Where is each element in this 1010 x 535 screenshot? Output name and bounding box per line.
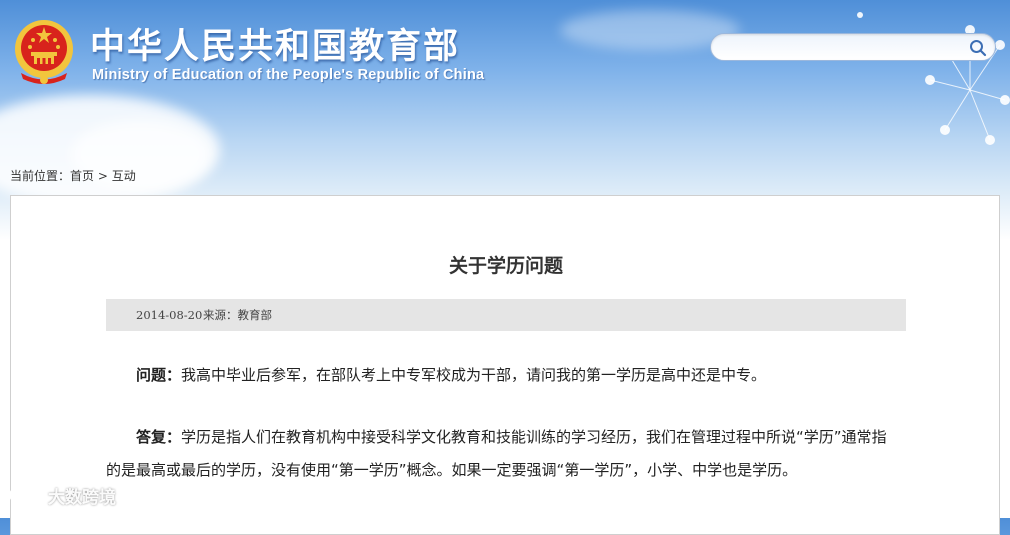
- search-icon[interactable]: [969, 39, 987, 57]
- search-box[interactable]: [710, 33, 996, 61]
- watermark: 大数跨境: [8, 483, 116, 508]
- breadcrumb: 当前位置：首页 > 互动: [10, 167, 136, 184]
- breadcrumb-prefix: 当前位置：: [10, 169, 71, 183]
- site-title: 中华人民共和国教育部: [90, 27, 461, 67]
- breadcrumb-home-link[interactable]: 首页: [70, 169, 94, 183]
- question-paragraph: 问题：我高中毕业后参军，在部队考上中专军校成为干部，请问我的第一学历是高中还是中…: [106, 359, 896, 392]
- breadcrumb-separator: >: [94, 169, 112, 183]
- question-text: 我高中毕业后参军，在部队考上中专军校成为干部，请问我的第一学历是高中还是中专。: [181, 366, 767, 384]
- answer-label: 答复：: [136, 428, 182, 446]
- article-panel: 关于学历问题 2014-08-20 来源：教育部 问题：我高中毕业后参军，在部队…: [10, 195, 1000, 535]
- question-label: 问题：: [136, 366, 182, 384]
- article-source: 来源：教育部: [203, 308, 272, 322]
- answer-paragraph: 答复：学历是指人们在教育机构中接受科学文化教育和技能训练的学习经历，我们在管理过…: [106, 421, 896, 487]
- breadcrumb-current-link[interactable]: 互动: [112, 169, 136, 183]
- national-emblem-icon: [15, 20, 73, 84]
- chat-bubbles-icon: [9, 486, 42, 505]
- answer-text: 学历是指人们在教育机构中接受科学文化教育和技能训练的学习经历，我们在管理过程中所…: [106, 428, 887, 479]
- search-input[interactable]: [723, 38, 967, 58]
- article-meta-bar: 2014-08-20 来源：教育部: [106, 299, 906, 331]
- article-date: 2014-08-20: [136, 308, 203, 322]
- dandelion-decoration: [857, 12, 1010, 145]
- watermark-text: 大数跨境: [48, 488, 116, 508]
- site-subtitle: Ministry of Education of the People's Re…: [92, 67, 485, 83]
- article-title: 关于学历问题: [448, 255, 563, 277]
